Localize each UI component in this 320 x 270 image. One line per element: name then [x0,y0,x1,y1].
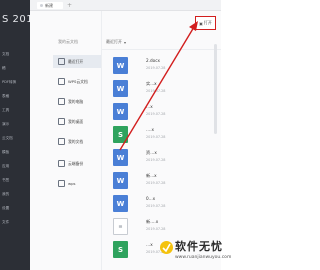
file-row[interactable]: W …x 2019.07.28 [110,101,215,123]
file-row[interactable]: W 2.docx 2019.07.28 [110,55,215,77]
scrollbar[interactable] [214,44,217,134]
spreadsheet-icon: S [113,241,128,258]
word-doc-icon: W [113,103,128,120]
nav-my-documents[interactable]: 我的文档 [53,135,101,148]
file-date: 2019.07.28 [146,204,166,208]
text-file-icon: ≡ [113,218,128,235]
file-row[interactable]: W 资…x 2019.07.28 [110,147,215,169]
divider [102,49,221,50]
window-titlebar: 新建 + [30,0,221,11]
file-row[interactable]: W 新...x 2019.07.28 [110,170,215,192]
cloud-icon [58,78,65,85]
app-nav-item[interactable]: 模板 [2,150,29,155]
watermark-title: 软件无忧 [175,240,223,253]
app-nav-item[interactable]: 应用 [2,164,29,169]
desktop-icon [58,118,65,125]
file-date: 2019.07.28 [146,227,166,231]
file-row[interactable]: W 实...x 2019.07.28 [110,78,215,100]
app-nav-item[interactable]: 表格 [2,94,29,99]
nav-wps-folder[interactable]: wps [53,177,101,190]
word-doc-icon: W [113,57,128,74]
spreadsheet-icon: S [113,126,128,143]
nav-label: WPS云文档 [68,78,88,84]
file-name: 新...x [146,173,157,178]
file-name: 0...x [146,196,156,201]
chevron-down-icon[interactable]: ▾ [124,40,126,45]
file-name: …x [146,242,153,247]
content-header: 最近打开 ▾ [106,39,206,45]
nav-wps-cloud[interactable]: WPS云文档 [53,75,101,88]
folder-icon [58,138,65,145]
open-file-dialog: 我的云文档 最近打开 WPS云文档 我的电脑 我的桌面 我的文档 云端备份 wp… [30,11,221,270]
computer-icon [58,98,65,105]
app-nav-item[interactable]: 文件 [2,220,29,225]
file-date: 2019.07.28 [146,112,166,116]
app-nav-item[interactable]: 演示 [2,122,29,127]
watermark-logo-icon [160,241,173,254]
app-sidebar: S 2019 文档 稿 PDF转换 表格 工具 演示 云文档 模板 应用 书签 … [0,0,39,270]
file-name: 实...x [146,81,157,86]
file-name: 新….x [146,219,159,224]
file-name: …x [146,104,153,109]
tab-icon [40,4,43,7]
nav-recent[interactable]: 最近打开 [53,55,101,68]
file-date: 2019.07.28 [146,181,166,185]
word-doc-icon: W [113,195,128,212]
folder-icon [58,180,65,187]
nav-label: 我的文档 [68,138,84,144]
file-name: 2.docx [146,58,160,63]
file-row[interactable]: S ….x 2019.07.28 [110,124,215,146]
backup-icon [58,160,65,167]
file-date: 2019.07.28 [146,158,166,162]
nav-label: 云端备份 [68,160,84,166]
nav-label: 最近打开 [68,58,84,64]
window-tab[interactable]: 新建 [37,2,63,9]
app-nav-item[interactable]: 文档 [2,52,29,57]
word-doc-icon: W [113,172,128,189]
app-nav-item[interactable]: 我的 [2,192,29,197]
app-nav-item[interactable]: 云文档 [2,136,29,141]
nav-label: 我的电脑 [68,98,84,104]
watermark-url: www.ruanjianwuyou.com [175,255,232,260]
file-row[interactable]: ≡ 新….x 2019.07.28 [110,216,215,238]
word-doc-icon: W [113,80,128,97]
app-nav-item[interactable]: 稿 [2,66,29,71]
nav-label: wps [68,181,76,186]
nav-cloud-backup[interactable]: 云端备份 [53,157,101,170]
clock-icon [58,58,65,65]
file-date: 2019.07.28 [146,89,166,93]
file-date: 2019.07.28 [146,66,166,70]
content-header-label: 最近打开 [106,39,122,44]
nav-label: 我的桌面 [68,118,84,124]
open-button[interactable]: ▣ 打开 [195,16,216,30]
folder-open-icon: ▣ [199,20,203,26]
tab-label: 新建 [45,2,53,8]
watermark: 软件无忧 www.ruanjianwuyou.com [153,236,231,268]
file-name: ….x [146,127,154,132]
word-doc-icon: W [113,149,128,166]
open-button-label: 打开 [203,20,212,25]
app-nav-item[interactable]: 设置 [2,206,29,211]
app-nav-item[interactable]: 书签 [2,178,29,183]
app-nav-item[interactable]: PDF转换 [2,80,29,85]
new-tab-button[interactable]: + [67,2,72,9]
location-pane: 我的云文档 最近打开 WPS云文档 我的电脑 我的桌面 我的文档 云端备份 wp… [30,11,102,270]
file-name: 资…x [146,150,157,155]
file-date: 2019.07.28 [146,135,166,139]
nav-my-computer[interactable]: 我的电脑 [53,95,101,108]
file-row[interactable]: W 0...x 2019.07.28 [110,193,215,215]
app-nav-item[interactable]: 工具 [2,108,29,113]
nav-desktop[interactable]: 我的桌面 [53,115,101,128]
location-pane-header: 我的云文档 [58,39,78,44]
